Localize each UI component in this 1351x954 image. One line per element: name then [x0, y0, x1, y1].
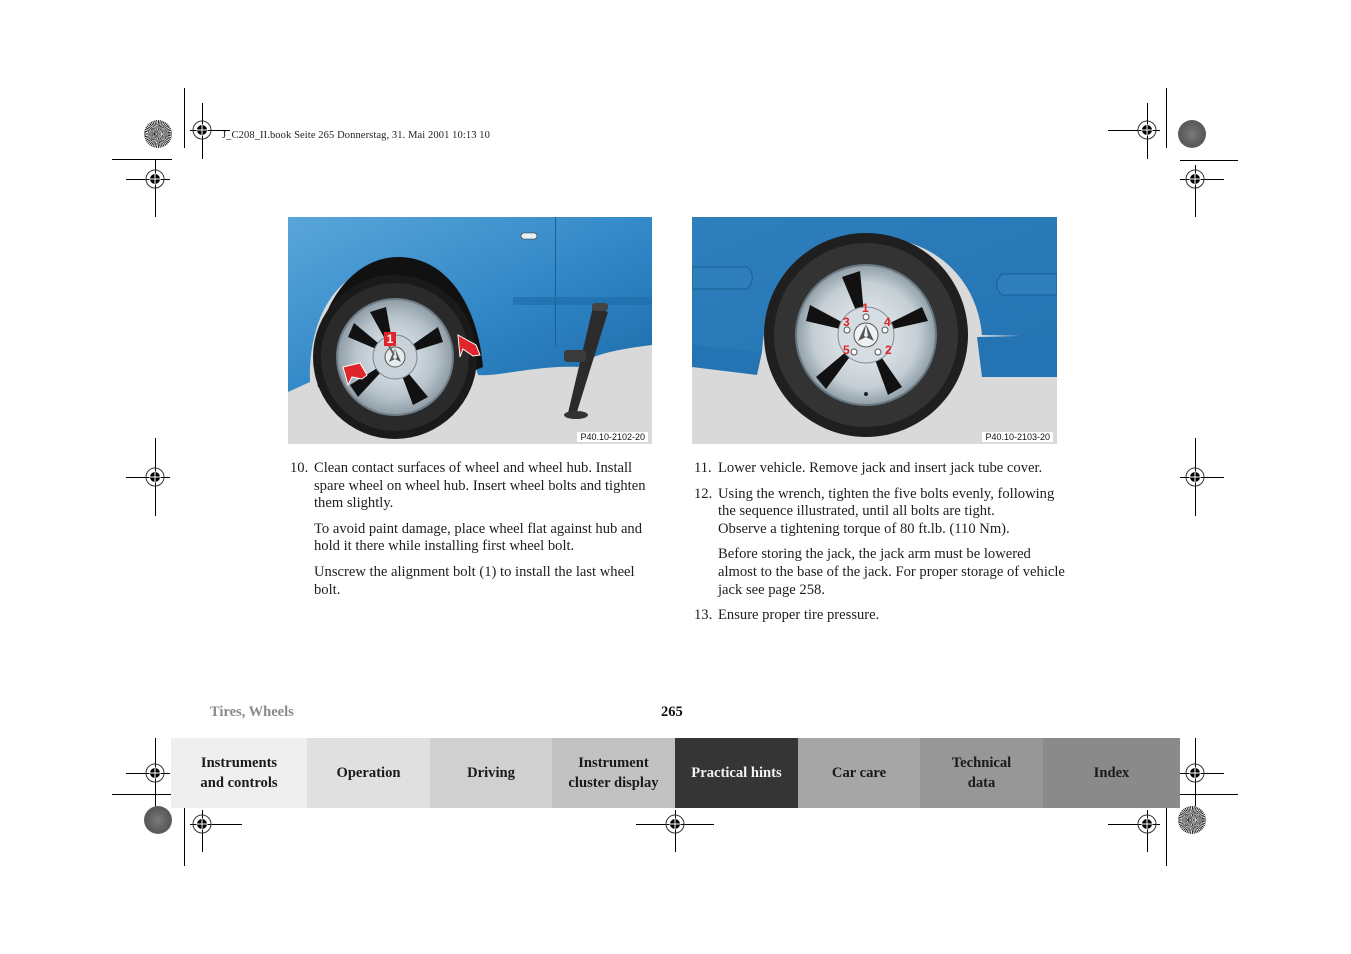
- tab-label: Instruments and controls: [200, 755, 278, 791]
- crop-line: [184, 808, 185, 866]
- step-number: 11.: [694, 460, 712, 476]
- callout-alignment-bolt: 1: [384, 332, 396, 346]
- tab-technical-data[interactable]: Technical data: [920, 738, 1043, 808]
- chapter-tabs: Instruments and controls Operation Drivi…: [171, 738, 1180, 808]
- color-rosette-icon: [144, 120, 172, 148]
- step-paragraph: Lower vehicle. Remove jack and insert ja…: [718, 460, 1043, 476]
- section-title: Tires, Wheels: [210, 704, 294, 720]
- step-number: 12.: [694, 485, 713, 502]
- step-11: 11. Lower vehicle. Remove jack and inser…: [694, 460, 1066, 478]
- step-12: 12. Using the wrench, tighten the five b…: [694, 486, 1066, 600]
- registration-mark-icon: [145, 169, 165, 189]
- tab-label: Driving: [467, 765, 515, 781]
- tab-label: Index: [1093, 765, 1130, 781]
- color-rosette-icon: [1178, 806, 1206, 834]
- callout-bolt-4: 4: [884, 315, 891, 329]
- tab-car-care[interactable]: Car care: [798, 738, 920, 808]
- crop-line: [1180, 160, 1238, 161]
- callout-bolt-3: 3: [843, 315, 850, 329]
- figure-caption: P40.10-2102-20: [577, 432, 648, 442]
- registration-mark-icon: [1137, 120, 1157, 140]
- step-number: 13.: [694, 607, 713, 624]
- step-paragraph: Before storing the jack, the jack arm mu…: [718, 546, 1065, 598]
- instructions-right-column: 11. Lower vehicle. Remove jack and inser…: [694, 460, 1066, 633]
- step-10: 10. Clean contact surfaces of wheel and …: [290, 460, 660, 599]
- registration-mark-icon: [145, 763, 165, 783]
- callout-bolt-5: 5: [843, 343, 850, 357]
- registration-mark-icon: [1185, 467, 1205, 487]
- tab-operation[interactable]: Operation: [307, 738, 430, 808]
- registration-mark-icon: [1185, 763, 1205, 783]
- crop-line: [112, 794, 172, 795]
- tab-label: Instrument cluster display: [568, 755, 659, 791]
- callout-bolt-2: 2: [885, 343, 892, 357]
- crop-line: [1166, 808, 1167, 866]
- tab-instrument-cluster-display[interactable]: Instrument cluster display: [552, 738, 675, 808]
- step-paragraph: Using the wrench, tighten the five bolts…: [718, 485, 1055, 537]
- tab-driving[interactable]: Driving: [430, 738, 552, 808]
- step-paragraph: Ensure proper tire pressure.: [718, 607, 880, 624]
- registration-mark-icon: [145, 467, 165, 487]
- step-paragraph: Clean contact surfaces of wheel and whee…: [314, 460, 646, 512]
- registration-mark-icon: [192, 814, 212, 834]
- wheel-bolt-sequence-illustration: [692, 217, 1057, 444]
- step-paragraph: To avoid paint damage, place wheel flat …: [314, 520, 643, 555]
- tab-label: Car care: [831, 765, 887, 781]
- crop-line: [112, 159, 172, 160]
- registration-mark-icon: [665, 814, 685, 834]
- tab-index[interactable]: Index: [1043, 738, 1180, 808]
- registration-mark-icon: [192, 120, 212, 140]
- step-number: 10.: [290, 460, 309, 476]
- figure-install-spare-wheel: 1 P40.10-2102-20: [288, 217, 652, 444]
- instructions-left-column: 10. Clean contact surfaces of wheel and …: [290, 460, 660, 607]
- page-number: 265: [661, 704, 683, 720]
- color-rosette-icon: [144, 806, 172, 834]
- color-rosette-icon: [1178, 120, 1206, 148]
- tab-label: Practical hints: [691, 765, 782, 781]
- car-wheel-illustration: [288, 217, 652, 444]
- crop-line: [1180, 794, 1238, 795]
- step-13: 13. Ensure proper tire pressure.: [694, 607, 1066, 625]
- step-paragraph: Unscrew the alignment bolt (1) to instal…: [314, 563, 635, 598]
- print-meta-header: J_C208_II.book Seite 265 Donnerstag, 31.…: [222, 130, 490, 141]
- tab-label: Technical data: [951, 755, 1012, 791]
- registration-mark-icon: [1185, 169, 1205, 189]
- figure-caption: P40.10-2103-20: [982, 432, 1053, 442]
- registration-mark-icon: [1137, 814, 1157, 834]
- tab-practical-hints[interactable]: Practical hints: [675, 738, 798, 808]
- crop-line: [184, 88, 185, 148]
- crop-line: [1166, 88, 1167, 148]
- figure-bolt-tightening-sequence: 1 2 3 4 5 P40.10-2103-20: [692, 217, 1057, 444]
- callout-bolt-1: 1: [862, 301, 869, 315]
- tab-label: Operation: [336, 765, 401, 781]
- tab-instruments-and-controls[interactable]: Instruments and controls: [171, 738, 307, 808]
